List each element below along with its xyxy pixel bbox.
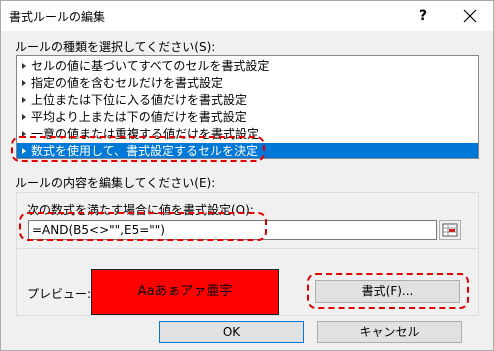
- rule-type-item-label: 平均より上または下の値だけを書式設定: [31, 110, 247, 124]
- rule-edit-label: ルールの内容を編集してください(E):: [15, 176, 216, 190]
- annotation-highlight-format-button: [307, 273, 469, 309]
- close-button[interactable]: [455, 5, 485, 27]
- rule-type-item-label: 指定の値を含むセルだけを書式設定: [31, 76, 224, 90]
- triangle-right-icon: [22, 113, 26, 120]
- rule-type-item-label: セルの値に基づいてすべてのセルを書式設定: [31, 59, 270, 73]
- preview-label: プレビュー:: [27, 287, 92, 301]
- range-select-button[interactable]: [439, 220, 461, 240]
- format-preview: Aaあぁアァ亜宇: [91, 269, 279, 315]
- divider: [17, 248, 478, 249]
- triangle-right-icon: [22, 96, 26, 103]
- annotation-highlight-rule: [11, 136, 265, 162]
- triangle-right-icon: [22, 62, 26, 69]
- window-title: 書式ルールの編集: [9, 10, 106, 24]
- annotation-highlight-formula: [19, 212, 267, 241]
- cancel-button[interactable]: キャンセル: [317, 321, 462, 343]
- close-icon: [463, 9, 477, 23]
- rule-type-item[interactable]: 平均より上または下の値だけを書式設定: [17, 109, 478, 125]
- rule-type-item[interactable]: 上位または下位に入る値だけを書式設定: [17, 92, 478, 108]
- rule-type-item-label: 上位または下位に入る値だけを書式設定: [31, 93, 248, 107]
- format-rule-dialog: 書式ルールの編集 ? ルールの種類を選択してください(S): セルの値に基づいて…: [0, 0, 494, 351]
- title-bar: 書式ルールの編集 ?: [1, 1, 493, 31]
- help-button[interactable]: ?: [411, 5, 435, 27]
- ok-button[interactable]: OK: [159, 321, 304, 343]
- rule-type-item[interactable]: セルの値に基づいてすべてのセルを書式設定: [17, 58, 478, 74]
- range-select-icon: [442, 223, 458, 237]
- triangle-right-icon: [22, 79, 26, 86]
- rule-type-label: ルールの種類を選択してください(S):: [15, 40, 216, 54]
- rule-type-item[interactable]: 指定の値を含むセルだけを書式設定: [17, 75, 478, 91]
